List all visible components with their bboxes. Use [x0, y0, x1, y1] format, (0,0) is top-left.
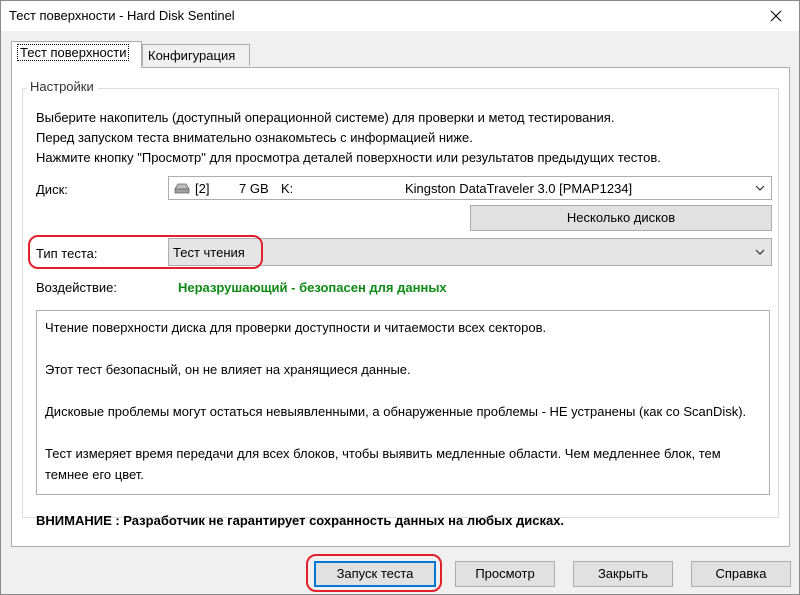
disk-label: Диск: — [36, 182, 68, 197]
info-line: Выберите накопитель (доступный операцион… — [36, 110, 615, 125]
effect-value: Неразрушающий - безопасен для данных — [178, 280, 447, 295]
disk-select[interactable]: [2] 7 GB K: Kingston DataTraveler 3.0 [P… — [168, 176, 772, 200]
start-test-button[interactable]: Запуск теста — [314, 561, 436, 587]
multiple-disks-button[interactable]: Несколько дисков — [470, 205, 772, 231]
tab-configuration[interactable]: Конфигурация — [142, 44, 250, 66]
close-window-button[interactable] — [761, 4, 791, 28]
description-line: Этот тест безопасный, он не влияет на хр… — [45, 362, 411, 377]
tab-panel: Настройки Выберите накопитель (доступный… — [11, 67, 790, 547]
test-type-label: Тип теста: — [36, 246, 98, 261]
disk-model: Kingston DataTraveler 3.0 [PMAP1234] — [405, 181, 633, 196]
description-line: Тест измеряет время передачи для всех бл… — [45, 446, 721, 482]
close-button[interactable]: Закрыть — [573, 561, 673, 587]
description-line: Чтение поверхности диска для проверки до… — [45, 320, 547, 335]
settings-legend: Настройки — [26, 79, 98, 94]
disk-size: 7 GB — [239, 181, 269, 196]
chevron-down-icon — [755, 185, 765, 191]
description-box: Чтение поверхности диска для проверки до… — [36, 310, 770, 495]
dialog-window: Тест поверхности - Hard Disk Sentinel Те… — [0, 0, 800, 595]
test-type-value: Тест чтения — [173, 245, 245, 260]
test-type-select[interactable]: Тест чтения — [168, 238, 772, 266]
drive-icon — [174, 183, 190, 194]
title-bar: Тест поверхности - Hard Disk Sentinel — [1, 1, 799, 31]
disk-index: [2] — [195, 181, 210, 196]
info-line: Перед запуском теста внимательно ознаком… — [36, 130, 473, 145]
info-line: Нажмите кнопку "Просмотр" для просмотра … — [36, 150, 661, 165]
chevron-down-icon — [755, 249, 765, 255]
view-button[interactable]: Просмотр — [455, 561, 555, 587]
help-button[interactable]: Справка — [691, 561, 791, 587]
window-title: Тест поверхности - Hard Disk Sentinel — [9, 8, 235, 23]
warning-text: ВНИМАНИЕ : Разработчик не гарантирует со… — [36, 513, 565, 528]
disk-letter: K: — [281, 181, 294, 196]
effect-label: Воздействие: — [36, 280, 117, 295]
info-text: Выберите накопитель (доступный операцион… — [36, 108, 661, 168]
close-icon — [770, 10, 782, 22]
tab-surface-test[interactable]: Тест поверхности — [11, 41, 142, 68]
description-line: Дисковые проблемы могут остаться невыявл… — [45, 404, 747, 419]
